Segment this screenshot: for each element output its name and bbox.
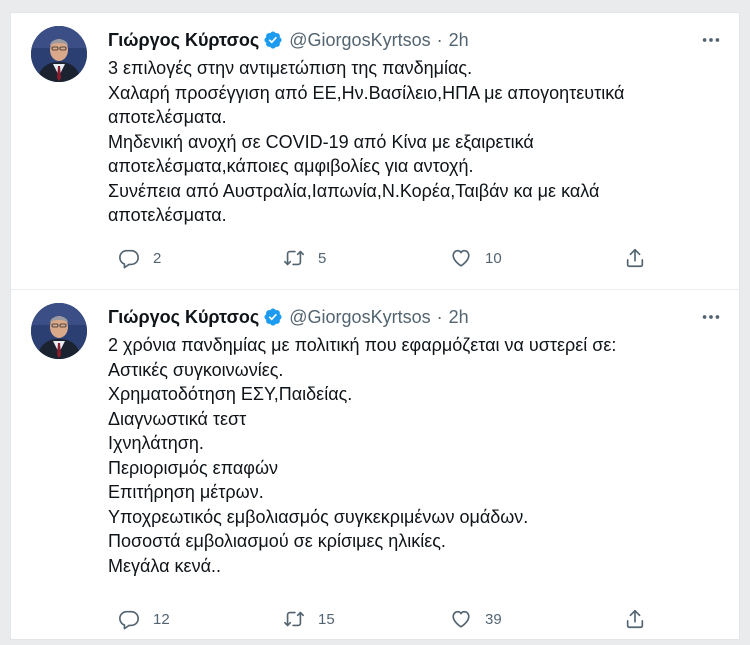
like-button[interactable]: 10 <box>450 244 502 272</box>
tweet-timestamp[interactable]: 2h <box>449 307 469 328</box>
retweet-button[interactable]: 15 <box>283 605 335 633</box>
tweet-text-line: Μεγάλα κενά.. <box>108 555 221 576</box>
tweet-text-line: Συνέπεια από Αυστραλία,Ιαπωνία,Ν.Κορέα,Τ… <box>108 180 600 201</box>
tweet-text-line: Περιορισμός επαφών <box>108 457 278 478</box>
share-button[interactable] <box>624 605 646 633</box>
tweet-header: Γιώργος Κύρτσος @GiorgosKyrtsos · 2h <box>108 304 469 330</box>
author-handle[interactable]: @GiorgosKyrtsos <box>289 307 430 328</box>
tweet-text-line: Χαλαρή προσέγγιση από ΕΕ,Ην.Βασίλειο,ΗΠΑ… <box>108 82 625 103</box>
reply-count: 2 <box>153 249 162 267</box>
tweet-text-line: αποτελέσματα,κάποιες αμφιβολίες για αντο… <box>108 156 474 176</box>
tweet-actions: 2 5 10 <box>108 244 668 272</box>
tweet-timestamp[interactable]: 2h <box>449 30 469 51</box>
separator-dot: · <box>436 29 443 50</box>
like-heart-icon <box>450 608 472 630</box>
tweet-text: 3 επιλογές στην αντιμετώπιση της πανδημί… <box>108 56 728 228</box>
author-name[interactable]: Γιώργος Κύρτσος <box>108 307 259 328</box>
timeline: Γιώργος Κύρτσος @GiorgosKyrtsos · 2h 3 ε… <box>10 12 740 640</box>
reply-icon <box>118 608 140 630</box>
verified-badge-icon <box>263 30 283 50</box>
avatar[interactable] <box>31 303 87 359</box>
tweet-text-line: αποτελέσματα. <box>108 205 227 225</box>
tweet-text-line: Υποχρεωτικός εμβολιασμός συγκεκριμένων ο… <box>108 506 529 527</box>
tweet-header: Γιώργος Κύρτσος @GiorgosKyrtsos · 2h <box>108 27 469 53</box>
reply-button[interactable]: 12 <box>118 605 170 633</box>
tweet-text-line: αποτελέσματα. <box>108 107 227 127</box>
tweet-text-line: Ιχνηλάτηση. <box>108 433 204 453</box>
like-heart-icon <box>450 247 472 269</box>
tweet-text-line: 3 επιλογές στην αντιμετώπιση της πανδημί… <box>108 58 473 78</box>
more-options-icon[interactable] <box>697 306 725 328</box>
reply-button[interactable]: 2 <box>118 244 161 272</box>
like-count: 10 <box>485 249 502 267</box>
reply-icon <box>118 247 140 269</box>
share-button[interactable] <box>624 244 646 272</box>
tweet-text-line: Ποσοστά εμβολιασμού σε κρίσιμες ηλικίες. <box>108 531 446 551</box>
tweet-text-line: Αστικές συγκοινωνίες. <box>108 359 284 380</box>
retweet-count: 5 <box>318 249 327 267</box>
tweet[interactable]: Γιώργος Κύρτσος @GiorgosKyrtsos · 2h 2 χ… <box>11 290 739 641</box>
tweet[interactable]: Γιώργος Κύρτσος @GiorgosKyrtsos · 2h 3 ε… <box>11 13 739 290</box>
like-button[interactable]: 39 <box>450 605 502 633</box>
retweet-icon <box>283 247 305 269</box>
tweet-text-line: Χρηματοδότηση ΕΣΥ,Παιδείας. <box>108 384 353 404</box>
like-count: 39 <box>485 610 502 628</box>
retweet-icon <box>283 608 305 630</box>
tweet-text-line: 2 χρόνια πανδημίας με πολιτική που εφαρμ… <box>108 335 617 355</box>
avatar[interactable] <box>31 26 87 82</box>
retweet-count: 15 <box>318 610 335 628</box>
retweet-button[interactable]: 5 <box>283 244 326 272</box>
reply-count: 12 <box>153 610 170 628</box>
tweet-actions: 12 15 39 <box>108 605 668 633</box>
more-options-icon[interactable] <box>697 29 725 51</box>
verified-badge-icon <box>263 307 283 327</box>
share-icon <box>624 608 646 630</box>
share-icon <box>624 247 646 269</box>
author-handle[interactable]: @GiorgosKyrtsos <box>289 30 430 51</box>
author-name[interactable]: Γιώργος Κύρτσος <box>108 30 259 51</box>
tweet-text-line: Επιτήρηση μέτρων. <box>108 482 264 502</box>
tweet-text-line: Διαγνωστικά τεστ <box>108 408 247 429</box>
tweet-text-line: Μηδενική ανοχή σε COVID-19 από Κίνα με ε… <box>108 131 534 152</box>
separator-dot: · <box>436 306 443 327</box>
tweet-text: 2 χρόνια πανδημίας με πολιτική που εφαρμ… <box>108 333 728 578</box>
